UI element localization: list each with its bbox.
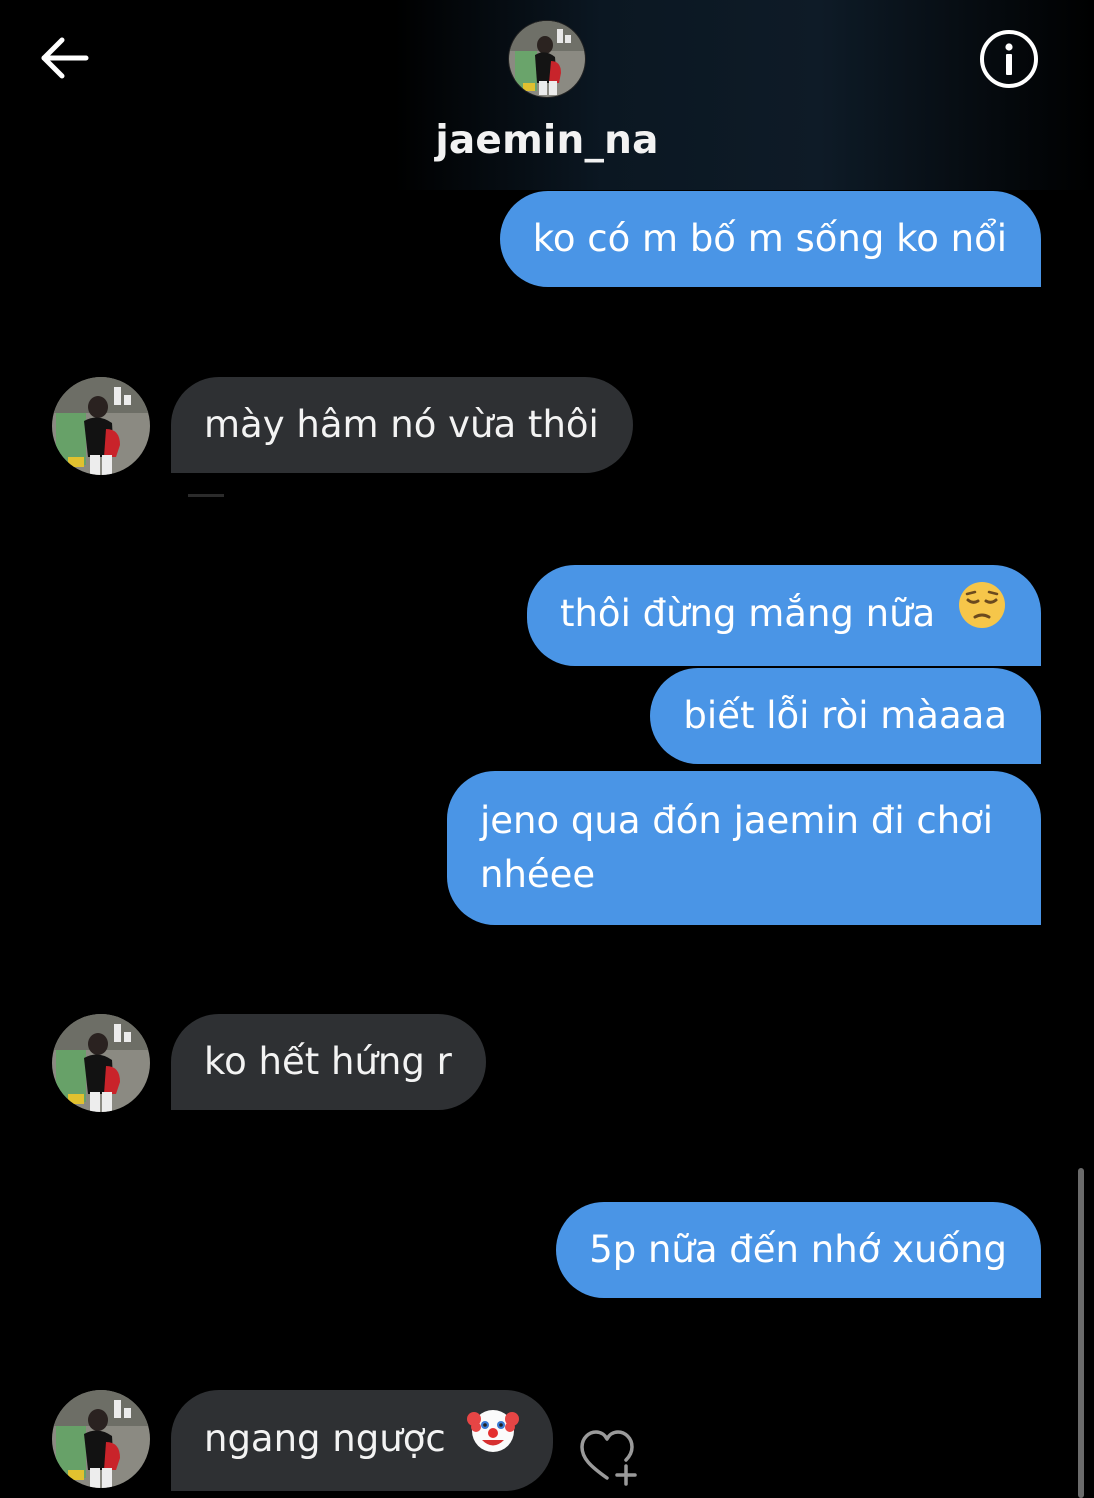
message-text: jeno qua đón jaemin đi chơi nhéee	[480, 799, 994, 896]
message-text: mày hâm nó vừa thôi	[204, 403, 599, 446]
incoming-message[interactable]: ko hết hứng r	[171, 1014, 486, 1110]
message-text: ko hết hứng r	[204, 1040, 452, 1083]
message-text: ko có m bố m sống ko nổi	[532, 217, 1007, 260]
arrow-left-icon	[41, 37, 89, 79]
back-button[interactable]	[36, 34, 92, 82]
sender-avatar[interactable]	[52, 377, 150, 475]
clown-face-emoji	[467, 1405, 520, 1470]
divider-speck	[188, 494, 224, 497]
profile-photo	[52, 1014, 150, 1112]
conversation-username[interactable]: jaemin_na	[0, 118, 1094, 163]
outgoing-message[interactable]: biết lỗi ròi màaaa	[650, 668, 1041, 764]
profile-photo	[52, 1390, 150, 1488]
react-button[interactable]	[578, 1426, 644, 1486]
heart-plus-icon	[580, 1430, 637, 1486]
message-text: 5p nữa đến nhớ xuống	[589, 1228, 1007, 1271]
outgoing-message[interactable]: 5p nữa đến nhớ xuống	[556, 1202, 1041, 1298]
outgoing-message[interactable]: jeno qua đón jaemin đi chơi nhéee	[447, 771, 1041, 925]
outgoing-message[interactable]: ko có m bố m sống ko nổi	[499, 191, 1041, 287]
message-text: thôi đừng mắng nữa	[559, 592, 936, 635]
sender-avatar[interactable]	[52, 1390, 150, 1488]
message-text: ngang ngược	[204, 1417, 446, 1460]
sender-avatar[interactable]	[52, 1014, 150, 1112]
incoming-message[interactable]: ngang ngược	[171, 1390, 554, 1491]
header-avatar[interactable]	[508, 20, 586, 98]
incoming-message[interactable]: mày hâm nó vừa thôi	[171, 377, 633, 473]
scrollbar[interactable]	[1078, 1168, 1084, 1498]
info-circle-icon	[980, 30, 1038, 88]
profile-photo	[52, 377, 150, 475]
conversation-header: jaemin_na	[0, 0, 1094, 190]
pensive-face-emoji	[957, 580, 1007, 645]
info-button[interactable]	[978, 28, 1040, 90]
message-text: biết lỗi ròi màaaa	[683, 694, 1007, 737]
profile-photo	[509, 21, 585, 97]
outgoing-message[interactable]: thôi đừng mắng nữa	[526, 565, 1041, 666]
